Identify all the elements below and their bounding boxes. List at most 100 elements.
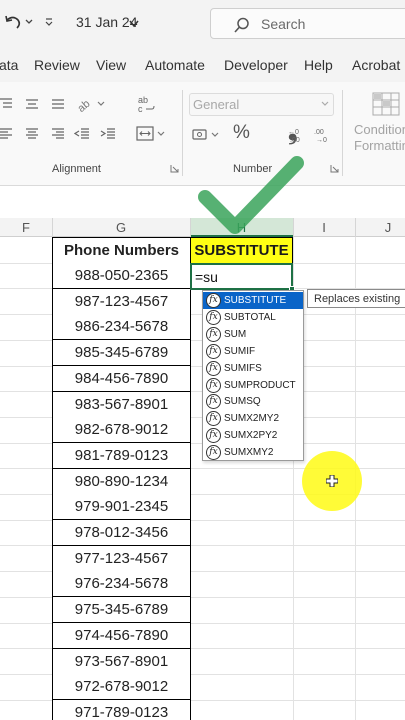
merge-center-icon[interactable] [136, 125, 168, 143]
tab-data[interactable]: ata [0, 57, 18, 73]
tab-view[interactable]: View [96, 57, 126, 73]
autocomplete-item[interactable]: fx SUMX2PY2 [203, 427, 303, 444]
undo-icon[interactable] [2, 12, 24, 34]
undo-dropdown-icon[interactable] [25, 19, 33, 25]
middle-align-icon[interactable] [24, 97, 40, 111]
phone-number-cell[interactable]: 974-456-7890 [52, 623, 191, 649]
autocomplete-item[interactable]: fx SUBSTITUTE [203, 292, 303, 309]
substitute-header[interactable]: SUBSTITUTE [190, 237, 293, 264]
ribbon-divider [182, 90, 183, 176]
tab-acrobat[interactable]: Acrobat [352, 57, 400, 73]
phone-number-cell[interactable]: 980-890-1234 [52, 469, 191, 495]
autocomplete-item-label: SUMX2MY2 [224, 413, 280, 425]
autocomplete-item[interactable]: fx SUBTOTAL [203, 309, 303, 326]
phone-number-cell[interactable]: 978-012-3456 [52, 520, 191, 546]
svg-text:→0: →0 [316, 137, 327, 144]
search-box[interactable]: Search [210, 8, 405, 39]
bottom-align-icon[interactable] [50, 97, 66, 111]
phone-number-cell[interactable]: 977-123-4567 [52, 546, 191, 572]
conditional-formatting-icon[interactable] [372, 92, 400, 116]
tab-automate[interactable]: Automate [145, 57, 205, 73]
autocomplete-item[interactable]: fx SUMSQ [203, 393, 303, 410]
function-tooltip-text: Replaces existing [314, 293, 401, 305]
column-header-g[interactable]: G [52, 220, 190, 235]
tab-review[interactable]: Review [34, 57, 80, 73]
ribbon-divider [342, 90, 343, 176]
alignment-dialog-launcher-icon[interactable] [170, 164, 179, 173]
checkmark-icon [198, 156, 304, 234]
orientation-icon[interactable]: ab [76, 95, 106, 113]
phone-number-cell[interactable]: 973-567-8901 [52, 649, 191, 675]
phone-numbers-header[interactable]: Phone Numbers [52, 237, 191, 264]
function-icon: fx [206, 377, 221, 393]
search-icon [234, 17, 249, 33]
phone-number-cell[interactable]: 987-123-4567 [52, 289, 191, 315]
autocomplete-item[interactable]: fx SUMX2MY2 [203, 410, 303, 427]
phone-number-cell[interactable]: 979-901-2345 [52, 494, 191, 520]
active-cell[interactable]: =su [190, 263, 293, 290]
tab-developer[interactable]: Developer [224, 57, 288, 73]
function-autocomplete-list: fx SUBSTITUTE fx SUBTOTAL fx SUM fx SUMIF fx SUMI… [202, 290, 304, 461]
top-align-icon[interactable] [0, 97, 14, 111]
align-center-icon[interactable] [24, 127, 40, 141]
wrap-text-icon[interactable]: ab c [136, 94, 156, 114]
function-icon: fx [206, 411, 221, 427]
align-right-icon[interactable] [50, 127, 66, 141]
number-format-select[interactable]: General [189, 93, 334, 116]
number-dialog-launcher-icon[interactable] [330, 164, 339, 173]
increase-decimal-icon[interactable]: ←0 .00 [286, 126, 306, 144]
phone-number-cell[interactable]: 975-345-6789 [52, 597, 191, 623]
phone-number-cell[interactable]: 985-345-6789 [52, 340, 191, 366]
function-icon: fx [206, 293, 221, 308]
function-icon: fx [206, 309, 221, 325]
percent-style-button[interactable]: % [233, 122, 250, 144]
function-tooltip: Replaces existing [307, 289, 405, 308]
autocomplete-item-label: SUMIF [224, 345, 256, 357]
phone-number-cell[interactable]: 988-050-2365 [52, 263, 191, 289]
tab-help[interactable]: Help [304, 57, 333, 73]
active-cell-formula: =su [195, 269, 218, 285]
autocomplete-item[interactable]: fx SUMPRODUCT [203, 377, 303, 394]
function-icon: fx [206, 394, 221, 410]
decrease-indent-icon[interactable] [74, 127, 90, 141]
ribbon-tabs: ata Review View Automate Developer Help … [0, 46, 405, 82]
chevron-down-icon[interactable] [128, 18, 140, 30]
svg-text:c: c [138, 104, 143, 114]
phone-number-cell[interactable]: 982-678-9012 [52, 417, 191, 443]
decrease-decimal-icon[interactable]: .00 →0 [312, 126, 332, 144]
phone-number-cell[interactable]: 981-789-0123 [52, 443, 191, 469]
alignment-group-label: Alignment [52, 163, 101, 175]
customize-toolbar-icon[interactable] [44, 17, 54, 27]
svg-text:.00: .00 [314, 129, 324, 136]
search-placeholder: Search [261, 16, 306, 32]
phone-number-cell[interactable]: 976-234-5678 [52, 571, 191, 597]
autocomplete-item[interactable]: fx SUMXMY2 [203, 444, 303, 461]
autocomplete-item-label: SUMIFS [224, 362, 262, 374]
phone-number-cell[interactable]: 972-678-9012 [52, 674, 191, 700]
accounting-format-icon[interactable] [192, 126, 222, 144]
function-icon: fx [206, 326, 221, 342]
phone-number-cell[interactable]: 971-789-0123 [52, 700, 191, 720]
number-format-value: General [193, 97, 240, 112]
svg-text:.00: .00 [290, 137, 300, 144]
autocomplete-item[interactable]: fx SUMIFS [203, 360, 303, 377]
align-left-icon[interactable] [0, 127, 14, 141]
column-header-f[interactable]: F [0, 220, 52, 235]
autocomplete-item-label: SUBTOTAL [224, 311, 276, 323]
conditional-formatting-button[interactable]: Condition Formatting [354, 122, 405, 154]
phone-number-cell[interactable]: 984-456-7890 [52, 366, 191, 392]
phone-number-cell[interactable]: 986-234-5678 [52, 314, 191, 340]
autocomplete-item-label: SUBSTITUTE [224, 295, 287, 306]
autocomplete-item-label: SUMX2PY2 [224, 430, 278, 442]
svg-text:ab: ab [76, 98, 93, 113]
svg-text:←0: ←0 [288, 129, 299, 136]
increase-indent-icon[interactable] [100, 127, 116, 141]
autocomplete-item[interactable]: fx SUMIF [203, 343, 303, 360]
autocomplete-item-label: SUMPRODUCT [224, 379, 296, 391]
conditional-formatting-label-line2: Formatting [354, 138, 405, 153]
function-icon: fx [206, 428, 221, 444]
autocomplete-item[interactable]: fx SUM [203, 326, 303, 343]
chevron-down-icon [321, 101, 329, 106]
phone-number-cell[interactable]: 983-567-8901 [52, 392, 191, 418]
column-header-j[interactable]: J [355, 220, 405, 235]
